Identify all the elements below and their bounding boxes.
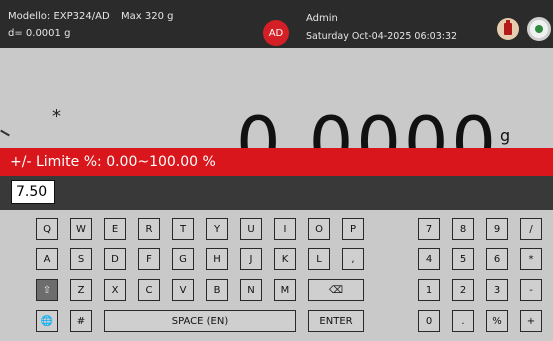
- key-e[interactable]: E: [104, 218, 126, 240]
- key-l[interactable]: L: [308, 248, 330, 270]
- input-row: [0, 176, 553, 210]
- status-indicator-icon[interactable]: [527, 17, 551, 41]
- numpad-key-2[interactable]: 2: [452, 279, 474, 301]
- key-n[interactable]: N: [240, 279, 262, 301]
- resolution-label: d= 0.0001 g: [8, 28, 71, 39]
- key-g[interactable]: G: [172, 248, 194, 270]
- avatar[interactable]: AD: [263, 20, 289, 46]
- on-screen-keyboard: Q A W S E D R F T G Y H U J I K O L P, ⇧ Z X C V B N M ⌫ 🌐 # SPACE (EN…: [0, 210, 553, 341]
- backspace-icon[interactable]: ⌫: [308, 279, 364, 301]
- datetime-label: Saturday Oct-04-2025 06:03:32: [306, 31, 458, 42]
- key-o[interactable]: O: [308, 218, 330, 240]
- numpad-key-plus[interactable]: +: [520, 310, 542, 332]
- numpad-key-1[interactable]: 1: [418, 279, 440, 301]
- user-name: Admin: [306, 13, 338, 24]
- numpad-key-9[interactable]: 9: [486, 218, 508, 240]
- key-k[interactable]: K: [274, 248, 296, 270]
- key-m[interactable]: M: [274, 279, 296, 301]
- usb-icon[interactable]: [497, 18, 519, 40]
- weight-unit: g: [500, 126, 511, 145]
- key-comma[interactable]: ,: [342, 248, 364, 270]
- status-bar: Modello: EXP324/AD Max 320 g d= 0.0001 g…: [0, 0, 553, 48]
- key-t[interactable]: T: [172, 218, 194, 240]
- numpad-key-8[interactable]: 8: [452, 218, 474, 240]
- space-button[interactable]: SPACE (EN): [104, 310, 296, 332]
- key-f[interactable]: F: [138, 248, 160, 270]
- key-hash[interactable]: #: [70, 310, 92, 332]
- limit-value-input[interactable]: [11, 180, 55, 204]
- key-p[interactable]: P: [342, 218, 364, 240]
- numpad-key-multiply[interactable]: *: [520, 248, 542, 270]
- numpad-key-5[interactable]: 5: [452, 248, 474, 270]
- key-x[interactable]: X: [104, 279, 126, 301]
- shift-key[interactable]: ⇧: [36, 279, 58, 301]
- numpad-key-dot[interactable]: .: [452, 310, 474, 332]
- key-v[interactable]: V: [172, 279, 194, 301]
- key-y[interactable]: Y: [206, 218, 228, 240]
- numpad-key-0[interactable]: 0: [418, 310, 440, 332]
- key-q[interactable]: Q: [36, 218, 58, 240]
- key-w[interactable]: W: [70, 218, 92, 240]
- key-z[interactable]: Z: [70, 279, 92, 301]
- numpad-key-minus[interactable]: -: [520, 279, 542, 301]
- weight-display: * 0.0000 g: [0, 48, 553, 148]
- numpad-key-3[interactable]: 3: [486, 279, 508, 301]
- key-c[interactable]: C: [138, 279, 160, 301]
- numpad-key-divide[interactable]: /: [520, 218, 542, 240]
- weight-value: 0.0000: [236, 102, 499, 148]
- numpad-key-7[interactable]: 7: [418, 218, 440, 240]
- indicator-line: [0, 129, 10, 137]
- key-a[interactable]: A: [36, 248, 58, 270]
- enter-button[interactable]: ENTER: [308, 310, 364, 332]
- stability-mark: *: [52, 106, 61, 127]
- numpad-key-4[interactable]: 4: [418, 248, 440, 270]
- key-b[interactable]: B: [206, 279, 228, 301]
- numpad-key-6[interactable]: 6: [486, 248, 508, 270]
- prompt-banner: +/- Limite %: 0.00~100.00 %: [0, 148, 553, 176]
- key-i[interactable]: I: [274, 218, 296, 240]
- key-u[interactable]: U: [240, 218, 262, 240]
- numpad-key-percent[interactable]: %: [486, 310, 508, 332]
- key-j[interactable]: J: [240, 248, 262, 270]
- key-h[interactable]: H: [206, 248, 228, 270]
- key-d[interactable]: D: [104, 248, 126, 270]
- key-r[interactable]: R: [138, 218, 160, 240]
- model-label: Modello: EXP324/AD: [8, 11, 110, 22]
- key-s[interactable]: S: [70, 248, 92, 270]
- globe-icon[interactable]: 🌐: [36, 310, 58, 332]
- max-capacity-label: Max 320 g: [121, 11, 174, 22]
